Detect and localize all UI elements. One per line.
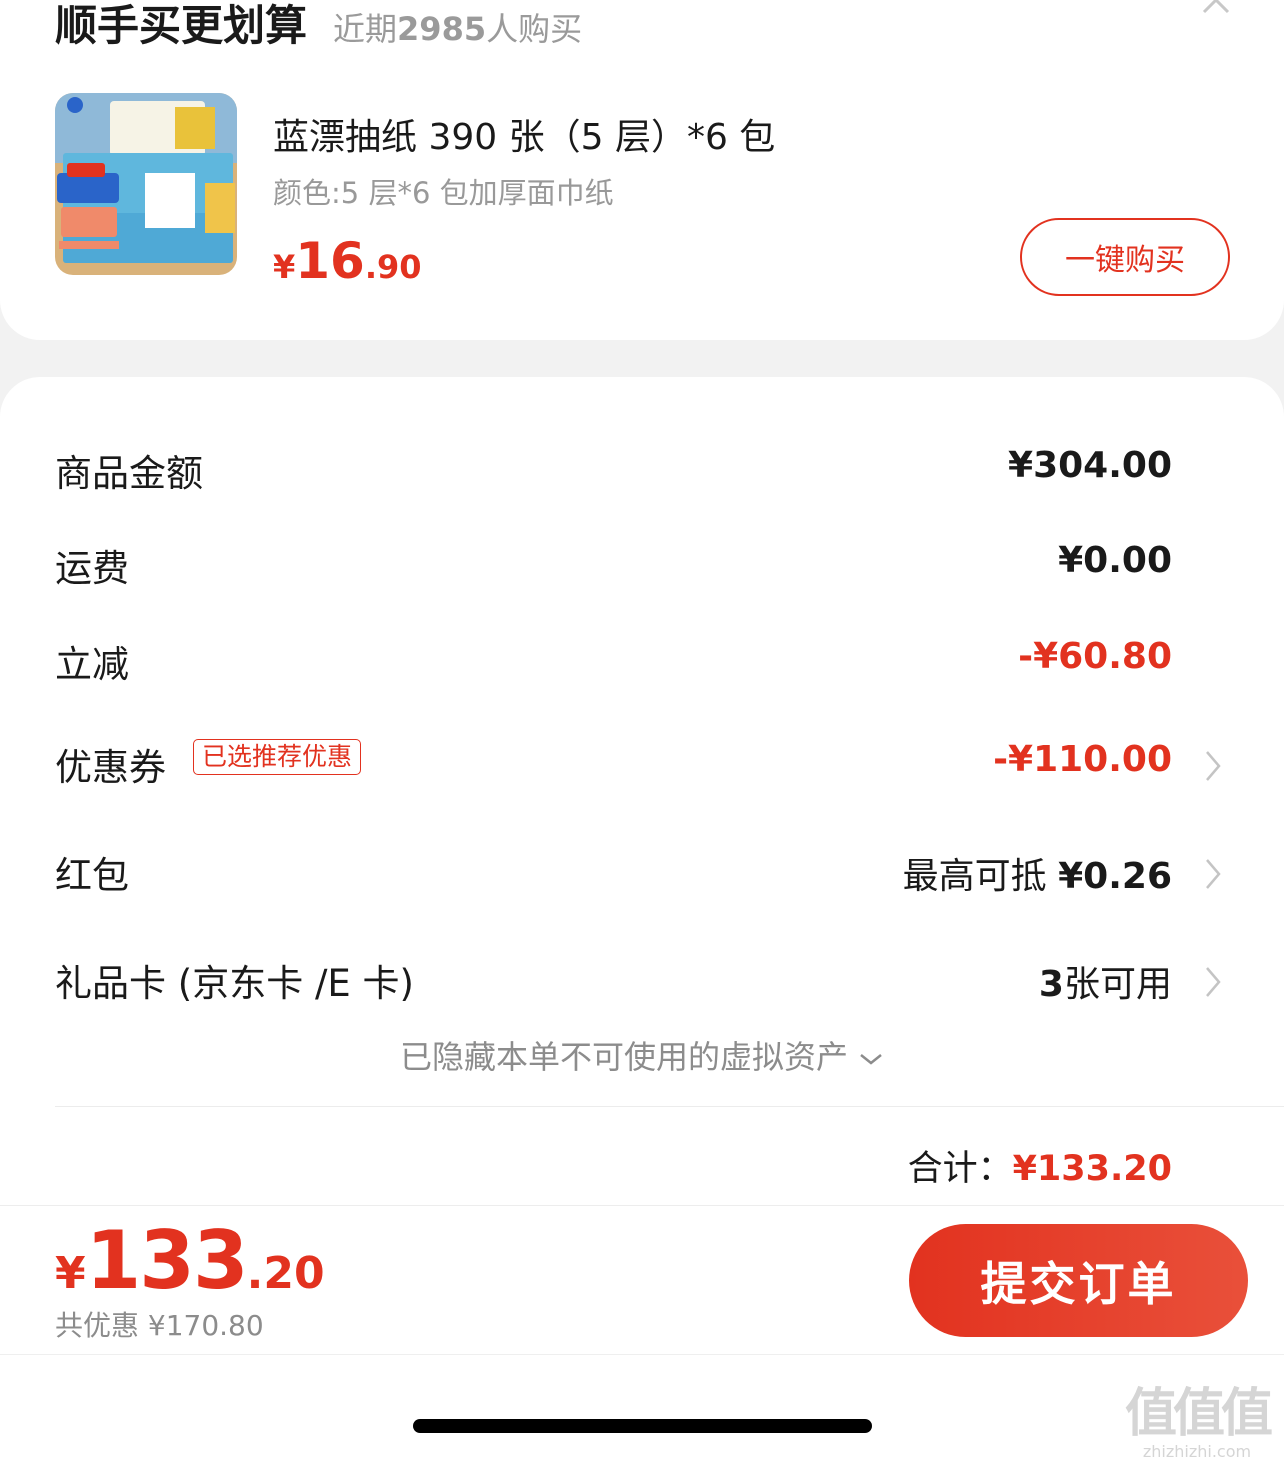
- payable-amount: ¥133.20: [55, 1214, 325, 1307]
- submit-order-button[interactable]: 提交订单: [909, 1224, 1248, 1337]
- coupon-value: -¥110.00: [993, 739, 1172, 780]
- coupon-row[interactable]: 优惠券 已选推荐优惠 -¥110.00: [55, 737, 1230, 797]
- hidden-assets-toggle[interactable]: 已隐藏本单不可使用的虚拟资产: [0, 1032, 1284, 1078]
- total-value: ¥133.20: [1012, 1149, 1172, 1189]
- total-label: 合计：: [907, 1149, 1013, 1189]
- bottom-checkout-bar: ¥133.20 共优惠 ¥170.80 提交订单 值值值 zhizhizhi.c…: [0, 1205, 1284, 1457]
- total-saved: 共优惠 ¥170.80: [55, 1309, 264, 1342]
- upsell-header: 顺手买更划算 近期2985人购买: [55, 0, 582, 53]
- chevron-right-icon: [1206, 751, 1221, 781]
- divider: [0, 1354, 1284, 1355]
- gift-card-row[interactable]: 礼品卡 (京东卡 /E 卡) 3张可用: [55, 953, 1230, 1013]
- product-thumbnail[interactable]: [55, 93, 237, 275]
- chevron-down-icon: [860, 1054, 882, 1065]
- gift-card-value: 3张可用: [1038, 964, 1172, 1005]
- shipping-row: 运费 ¥0.00: [55, 538, 1230, 598]
- upsell-card: 顺手买更划算 近期2985人购买 蓝漂抽纸 390 张（5 层）*6 包 颜色:…: [0, 0, 1284, 340]
- upsell-title: 顺手买更划算: [55, 1, 308, 50]
- shipping-value: ¥0.00: [1058, 540, 1172, 581]
- chevron-right-icon: [1206, 967, 1221, 997]
- divider: [55, 1106, 1284, 1107]
- goods-amount-label: 商品金额: [55, 452, 203, 495]
- shipping-label: 运费: [55, 547, 129, 590]
- product-name[interactable]: 蓝漂抽纸 390 张（5 层）*6 包: [273, 108, 775, 160]
- instant-discount-label: 立减: [55, 643, 129, 686]
- upsell-subtitle: 近期2985人购买: [333, 10, 583, 48]
- home-indicator[interactable]: [413, 1419, 872, 1433]
- hidden-assets-text: 已隐藏本单不可使用的虚拟资产: [399, 1038, 848, 1076]
- product-spec: 颜色:5 层*6 包加厚面巾纸: [273, 176, 614, 210]
- red-packet-row[interactable]: 红包 最高可抵 ¥0.26: [55, 845, 1230, 905]
- order-total: 合计：¥133.20: [908, 1140, 1172, 1191]
- instant-discount-value: -¥60.80: [1018, 636, 1172, 677]
- recommended-coupon-badge: 已选推荐优惠: [193, 739, 362, 775]
- watermark: 值值值 zhizhizhi.com: [1122, 1371, 1273, 1457]
- red-packet-value: 最高可抵 ¥0.26: [902, 856, 1172, 897]
- instant-discount-row: 立减 -¥60.80: [55, 634, 1230, 694]
- goods-amount-value: ¥304.00: [1008, 445, 1172, 486]
- watermark-logo: 值值值: [1124, 1384, 1273, 1444]
- red-packet-label: 红包: [55, 854, 129, 897]
- one-click-buy-button[interactable]: 一键购买: [1020, 218, 1230, 296]
- goods-amount-row: 商品金额 ¥304.00: [55, 443, 1230, 503]
- checkout-page: 顺手买更划算 近期2985人购买 蓝漂抽纸 390 张（5 层）*6 包 颜色:…: [0, 0, 1284, 1457]
- close-icon[interactable]: [1200, 0, 1232, 16]
- coupon-label: 优惠券: [55, 746, 166, 789]
- chevron-right-icon: [1206, 859, 1221, 889]
- product-price: ¥16.90: [273, 232, 422, 290]
- gift-card-label: 礼品卡 (京东卡 /E 卡): [55, 962, 414, 1005]
- watermark-url: zhizhizhi.com: [1142, 1442, 1252, 1457]
